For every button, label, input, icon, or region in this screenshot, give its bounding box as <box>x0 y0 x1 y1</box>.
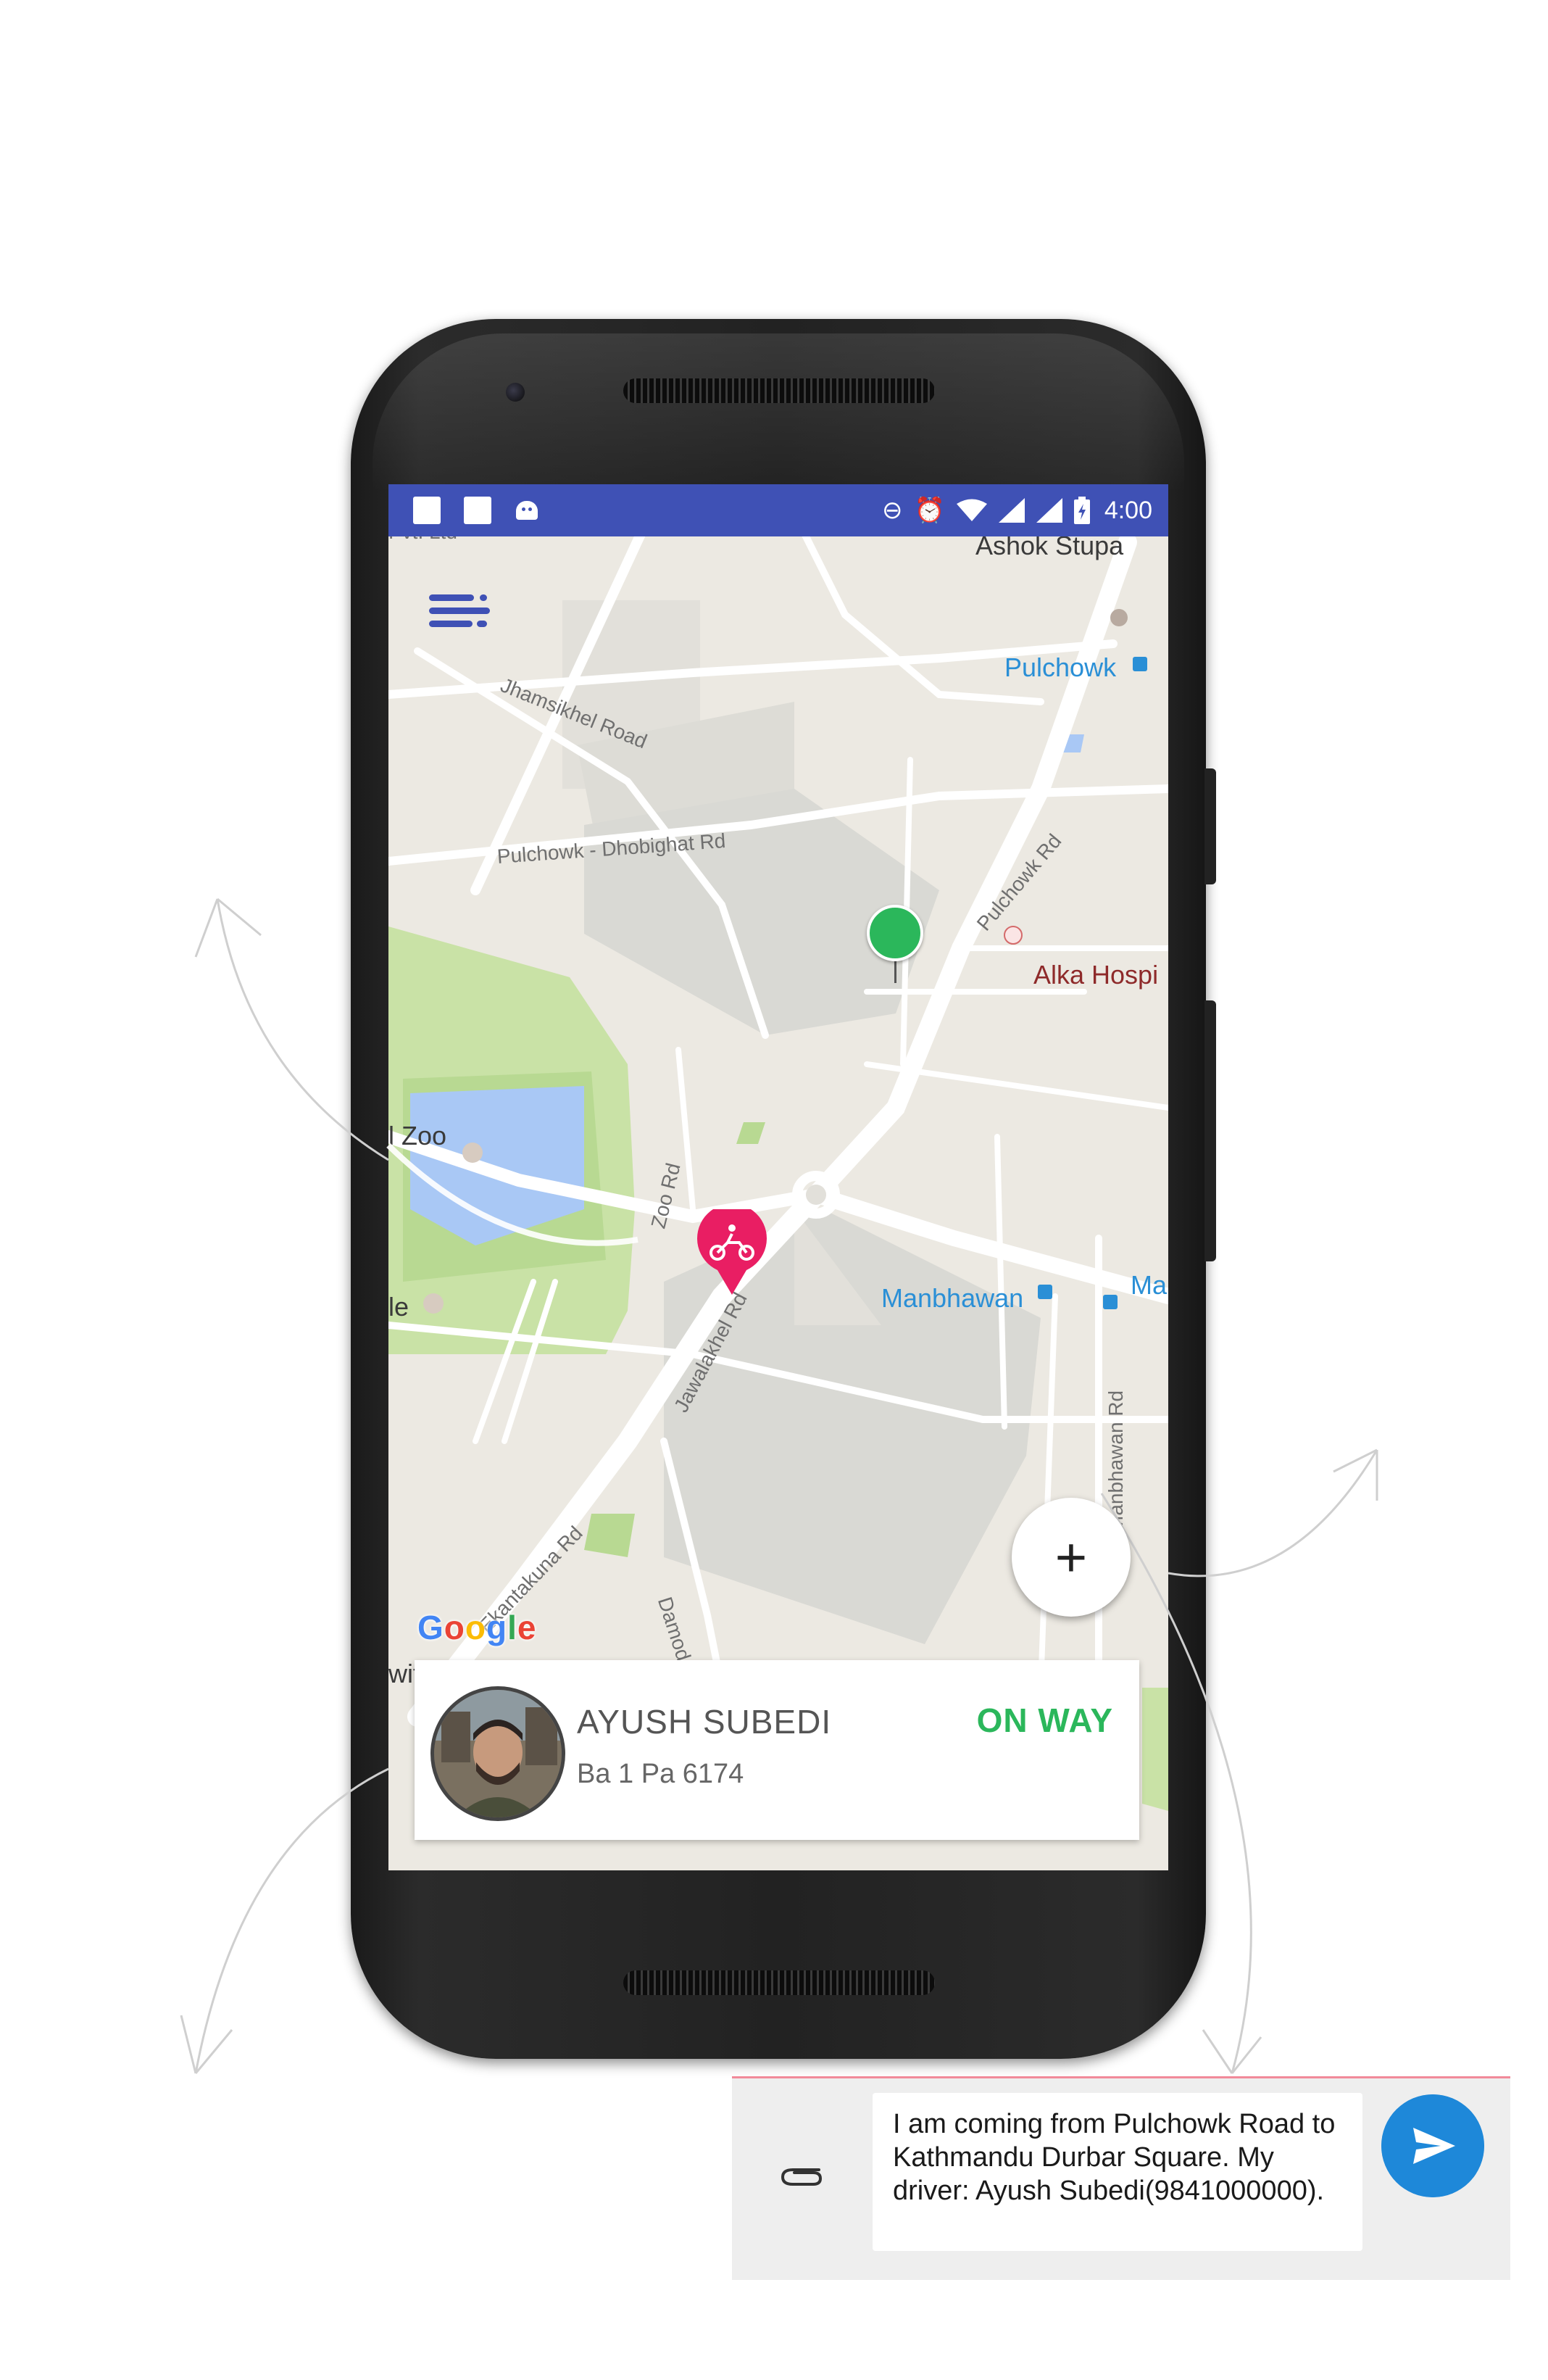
send-button[interactable] <box>1381 2094 1484 2197</box>
destination-pin[interactable] <box>867 905 923 961</box>
power-button <box>1204 1000 1216 1261</box>
volume-button <box>1204 768 1216 884</box>
phone-glare <box>373 333 1184 493</box>
message-compose-bar: I am coming from Pulchowk Road to Kathma… <box>732 2076 1510 2280</box>
front-camera <box>506 383 525 402</box>
app-screen: Ashok Stupa Pvt. Ltd Pulchowk Alka Hospi… <box>388 484 1168 1870</box>
map-label-alka-hospital: Alka Hospi <box>1033 960 1159 990</box>
message-input[interactable]: I am coming from Pulchowk Road to Kathma… <box>873 2093 1362 2251</box>
menu-button[interactable] <box>429 593 502 637</box>
map-label-zoo: l Zoo <box>388 1121 447 1150</box>
map-label-temple: le <box>388 1292 409 1322</box>
map-label-pulchowk: Pulchowk <box>1004 652 1117 682</box>
driver-card[interactable]: AYUSH SUBEDI Ba 1 Pa 6174 ON WAY <box>415 1660 1139 1840</box>
signal-icon <box>1036 498 1062 523</box>
driver-name: AYUSH SUBEDI <box>577 1703 832 1741</box>
add-button[interactable]: + <box>1012 1498 1131 1617</box>
battery-charging-icon <box>1073 497 1090 524</box>
driver-avatar <box>430 1686 565 1821</box>
destination-pin-stem <box>894 958 896 983</box>
clock: 4:00 <box>1104 496 1152 524</box>
attach-icon[interactable] <box>775 2154 826 2190</box>
bottom-speaker <box>623 1970 935 1995</box>
android-debug-icon <box>516 501 538 520</box>
driver-plate: Ba 1 Pa 6174 <box>577 1759 744 1789</box>
wifi-icon <box>956 499 987 521</box>
map-label-ma: Ma <box>1131 1270 1168 1300</box>
status-bar: ⊖ ⏰ 4:00 <box>388 484 1168 536</box>
signal-icon <box>998 498 1025 523</box>
google-attribution: Google <box>417 1609 537 1646</box>
do-not-disturb-icon: ⊖ <box>881 497 903 524</box>
driver-location-pin[interactable] <box>696 1209 768 1296</box>
notification-square-icon <box>464 497 491 524</box>
map-label-manbhawan: Manbhawan <box>881 1283 1024 1313</box>
earpiece-speaker <box>623 378 935 403</box>
notification-square-icon <box>413 497 441 524</box>
driver-status-badge: ON WAY <box>976 1701 1113 1739</box>
alarm-icon: ⏰ <box>914 497 945 524</box>
